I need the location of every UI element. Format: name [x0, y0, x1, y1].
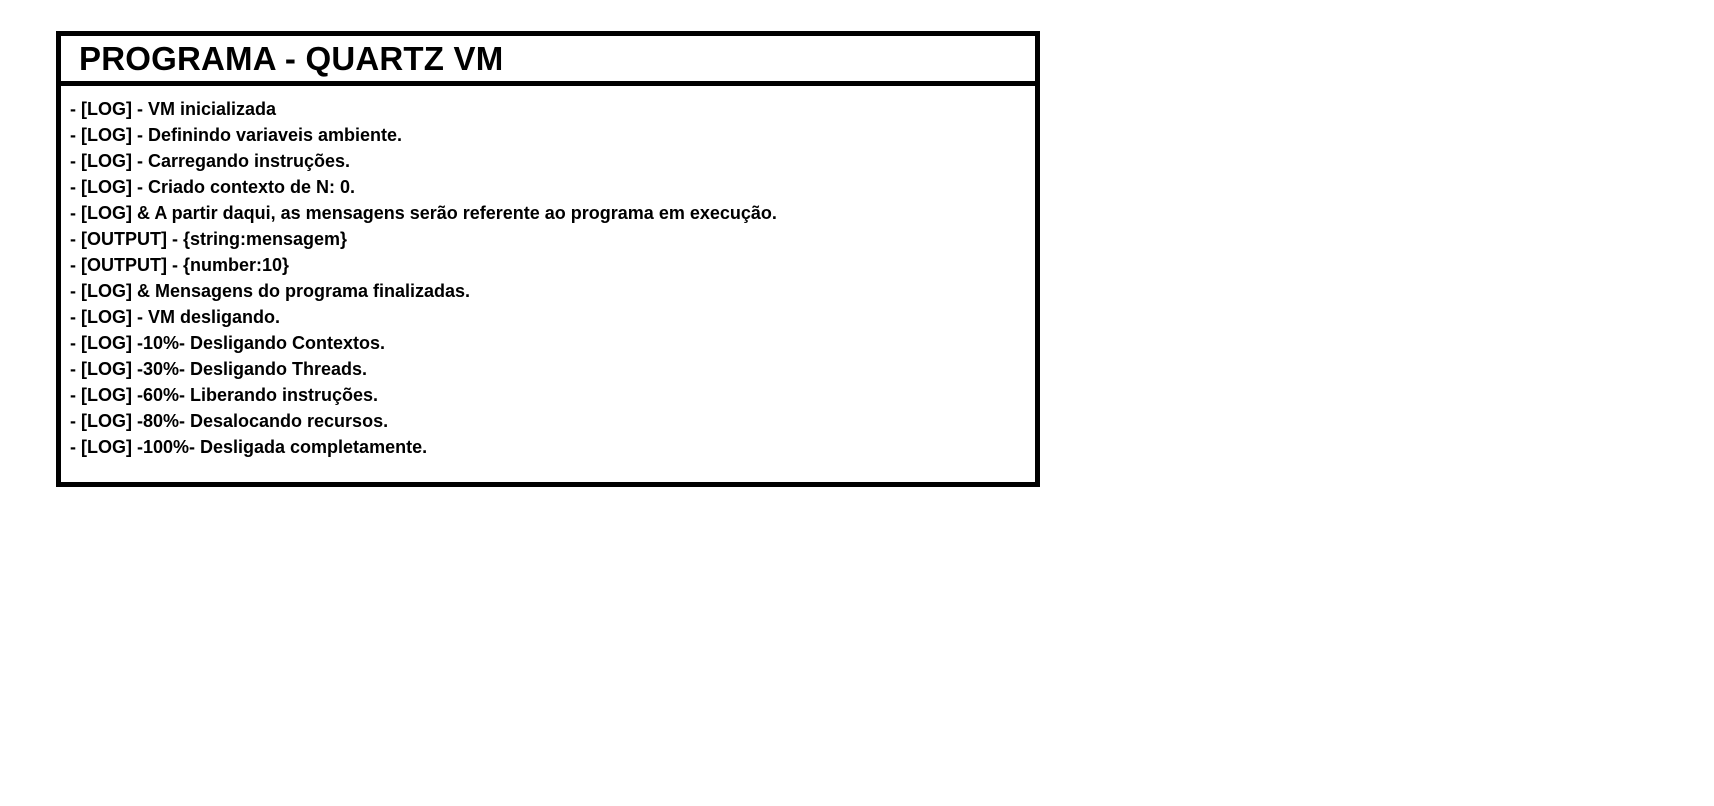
log-output-area: - [LOG] - VM inicializada - [LOG] - Defi… — [61, 86, 1035, 460]
log-line: - [LOG] - Carregando instruções. — [70, 151, 351, 171]
log-line: - [LOG] -100%- Desligada completamente. — [70, 437, 428, 457]
output-line: - [OUTPUT] - {string:mensagem} — [70, 229, 348, 249]
log-line: - [LOG] -10%- Desligando Contextos. — [70, 333, 386, 353]
log-line: - [LOG] - Definindo variaveis ambiente. — [70, 125, 403, 145]
program-window: PROGRAMA - QUARTZ VM - [LOG] - VM inicia… — [56, 31, 1040, 487]
log-line: - [LOG] -30%- Desligando Threads. — [70, 359, 368, 379]
log-line: - [LOG] - Criado contexto de N: 0. — [70, 177, 356, 197]
log-line: - [LOG] -60%- Liberando instruções. — [70, 385, 379, 405]
window-title: PROGRAMA - QUARTZ VM — [79, 40, 504, 77]
log-line: - [LOG] & Mensagens do programa finaliza… — [70, 281, 471, 301]
title-bar: PROGRAMA - QUARTZ VM — [61, 36, 1035, 86]
log-line: - [LOG] & A partir daqui, as mensagens s… — [70, 203, 777, 223]
log-line: - [LOG] - VM desligando. — [70, 307, 280, 327]
log-line: - [LOG] -80%- Desalocando recursos. — [70, 411, 389, 431]
output-line: - [OUTPUT] - {number:10} — [70, 255, 290, 275]
log-line: - [LOG] - VM inicializada — [70, 99, 277, 119]
